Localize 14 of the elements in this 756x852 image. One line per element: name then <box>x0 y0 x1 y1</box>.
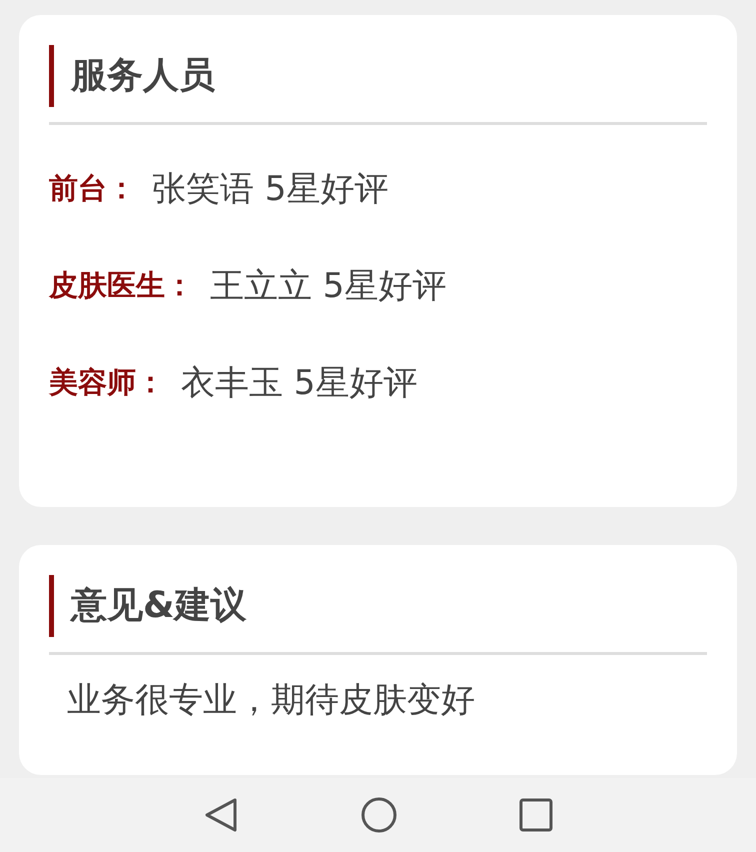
feedback-text: 业务很专业，期待皮肤变好 <box>67 680 475 720</box>
staff-value: 王立立 5星好评 <box>210 268 446 302</box>
card-title: 意见&建议 <box>71 588 246 624</box>
back-icon[interactable] <box>203 797 239 833</box>
accent-bar <box>49 45 54 107</box>
card-title: 服务人员 <box>71 58 215 94</box>
accent-bar <box>49 575 54 637</box>
role-label: 前台： <box>49 174 136 203</box>
recent-apps-icon[interactable] <box>519 798 553 832</box>
home-icon[interactable] <box>361 797 397 833</box>
role-label: 美容师： <box>49 368 165 397</box>
role-label: 皮肤医生： <box>49 271 194 300</box>
staff-value: 张笑语 5星好评 <box>152 172 388 206</box>
staff-value: 衣丰玉 5星好评 <box>181 366 418 400</box>
